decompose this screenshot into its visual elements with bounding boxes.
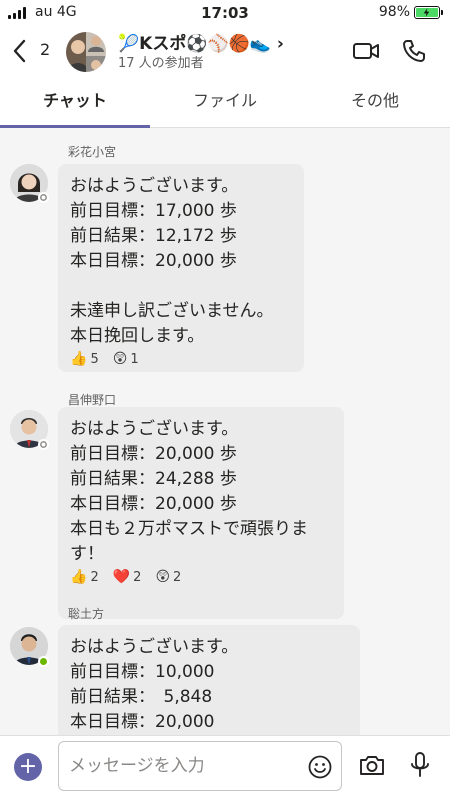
message-text-line: 前日目標：20,000 歩 (70, 444, 237, 464)
message-text-line: 本日挽回します。 (70, 326, 205, 346)
message-text-line: 未達申し訳ございません。 (70, 301, 274, 321)
reaction-like[interactable]: 👍 5 (70, 351, 99, 367)
message-text-line: 本日も２万ポマストで頑張りま (70, 519, 308, 539)
message-text-line: 前日結果：12,172 歩 (70, 226, 237, 246)
tab-files[interactable]: ファイル (150, 76, 300, 127)
message-input[interactable] (69, 752, 299, 780)
group-avatar[interactable] (66, 32, 106, 72)
heart-icon: ❤️ (112, 569, 131, 585)
thumbs-up-icon: 👍 (70, 351, 88, 367)
message-text-line: 本日目標：20,000 (70, 712, 215, 732)
message-bubble[interactable]: おはようございます。 前日目標：10,000 前日結果： 5,848 本日目標：… (58, 625, 360, 735)
microphone-icon[interactable] (409, 751, 431, 779)
message-text-line: おはようございます。 (70, 176, 239, 196)
camera-icon[interactable] (358, 752, 386, 778)
reaction-like[interactable]: 👍 2 (70, 569, 99, 585)
message-input-box[interactable] (58, 741, 342, 791)
message-text-line: 前日目標：10,000 (70, 662, 215, 682)
phone-call-icon[interactable] (400, 38, 428, 64)
presence-indicator (38, 192, 49, 203)
battery-icon (414, 6, 443, 19)
message-text-line: 前日目標：17,000 歩 (70, 201, 237, 221)
reaction-row: 👍 2 ❤️ 2 😲 2 (70, 569, 332, 585)
tab-more[interactable]: その他 (300, 76, 450, 127)
back-arrow-icon[interactable] (10, 38, 30, 64)
reaction-row: 👍 5 😲 1 (70, 351, 292, 367)
message-bubble[interactable]: おはようございます。 前日目標：20,000 歩 前日結果：24,288 歩 本… (58, 407, 344, 619)
message-text-line: す！ (70, 544, 104, 564)
reaction-count: 2 (173, 569, 182, 585)
message-sender: 昌伸野口 (68, 393, 117, 407)
message-text-line (70, 274, 292, 299)
participant-count[interactable]: 17 人の参加者 (118, 52, 204, 71)
reaction-heart[interactable]: ❤️ 2 (113, 569, 142, 585)
surprised-face-icon: 😲 (155, 569, 171, 585)
message-composer: + (0, 735, 450, 800)
emoji-icon[interactable] (307, 754, 333, 780)
reaction-count: 2 (133, 569, 142, 585)
reaction-count: 1 (130, 351, 139, 367)
thumbs-up-icon: 👍 (70, 569, 88, 585)
message-sender: 聡土方 (68, 607, 105, 621)
presence-indicator (38, 656, 49, 667)
message-text-line: 本日目標：20,000 歩 (70, 251, 237, 271)
presence-indicator (38, 439, 49, 450)
reaction-count: 5 (90, 351, 99, 367)
group-name[interactable]: 🎾Kスポ⚽️⚾️🏀👟 › (118, 29, 284, 54)
chat-header: 2 🎾Kスポ⚽️⚾️🏀👟 › 17 人の参加者 (0, 26, 450, 76)
message-sender: 彩花小宮 (68, 145, 117, 159)
message-text-line: 前日結果：24,288 歩 (70, 469, 237, 489)
message-text-line: おはようございます。 (70, 419, 239, 439)
message-bubble[interactable]: おはようございます。 前日目標：17,000 歩 前日結果：12,172 歩 本… (58, 164, 304, 372)
reaction-surprised[interactable]: 😲 1 (113, 351, 139, 367)
add-attachment-button[interactable]: + (14, 753, 42, 781)
message-text-line: 本日目標：20,000 歩 (70, 494, 237, 514)
surprised-face-icon: 😲 (112, 351, 128, 367)
status-bar: au 4G 17:03 98% (0, 0, 450, 26)
message-text-line: 前日結果： 5,848 (70, 687, 213, 707)
message-list[interactable]: 彩花小宮 おはようございます。 前日目標：17,000 歩 前日結果：12,17… (0, 129, 450, 735)
battery-percent: 98% (378, 4, 410, 20)
unread-count[interactable]: 2 (40, 40, 50, 59)
message-text-line: おはようございます。 (70, 637, 239, 657)
tab-bar: チャット ファイル その他 (0, 76, 450, 128)
tab-chat[interactable]: チャット (0, 76, 150, 128)
reaction-count: 2 (90, 569, 99, 585)
video-call-icon[interactable] (352, 38, 380, 64)
reaction-surprised[interactable]: 😲 2 (155, 569, 181, 585)
